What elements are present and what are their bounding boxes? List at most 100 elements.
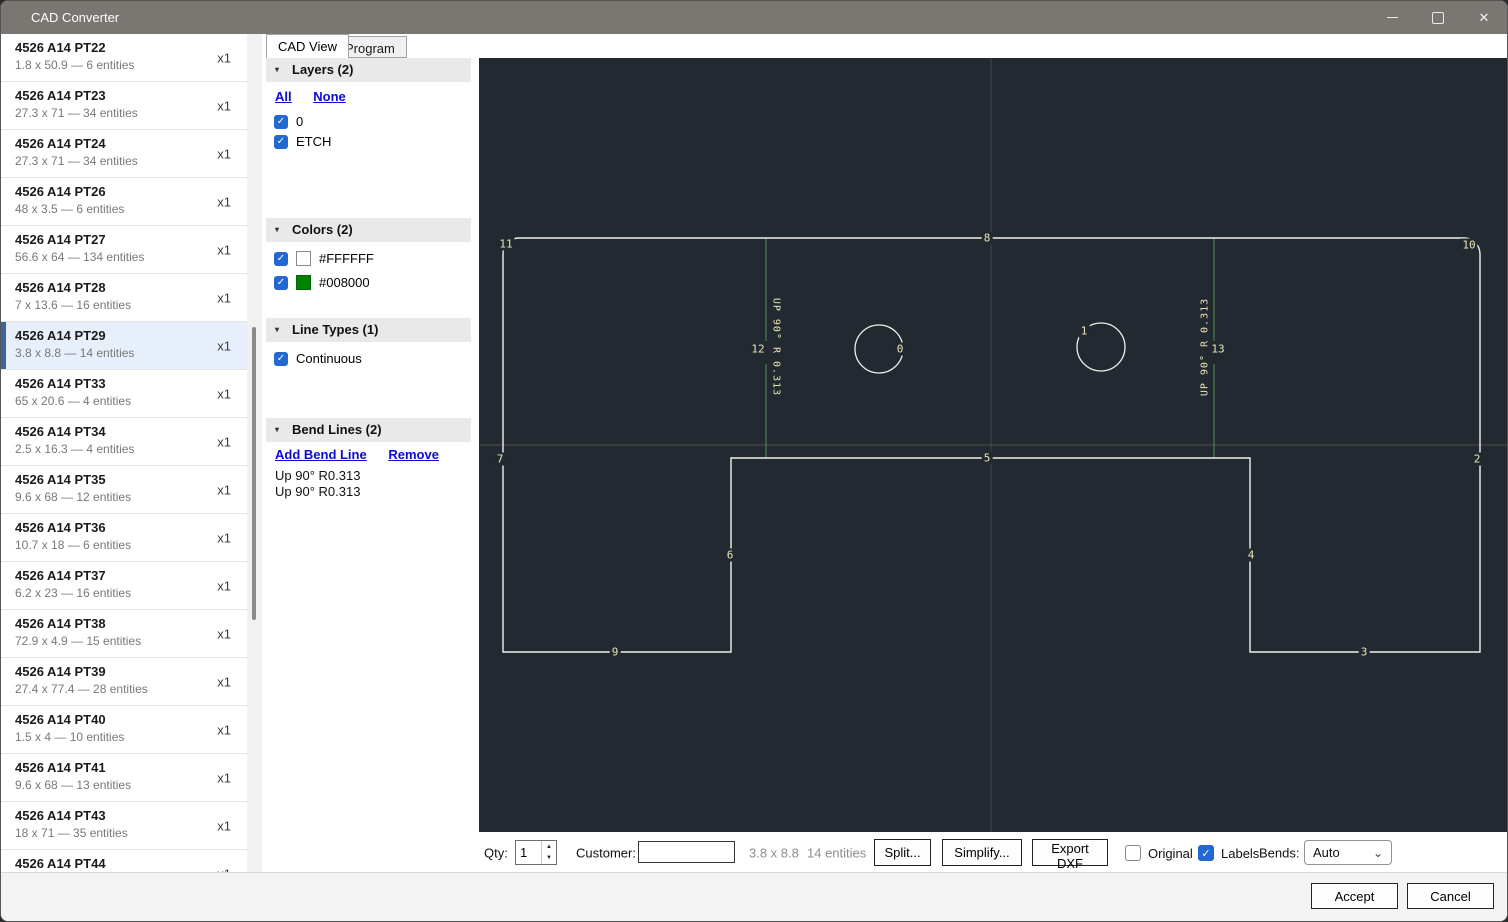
check-icon: ✓	[277, 354, 285, 364]
layers-header[interactable]: ▾ Layers (2)	[266, 58, 471, 82]
spin-down-icon[interactable]: ▼	[542, 853, 556, 865]
part-title: 4526 A14 PT35	[15, 472, 106, 487]
maximize-button[interactable]	[1415, 1, 1461, 34]
bend-lines-header[interactable]: ▾ Bend Lines (2)	[266, 418, 471, 442]
check-icon: ✓	[277, 117, 285, 127]
list-item[interactable]: 4526 A14 PT3610.7 x 18 — 6 entitiesx1	[1, 514, 247, 562]
list-item[interactable]: 4526 A14 PT3927.4 x 77.4 — 28 entitiesx1	[1, 658, 247, 706]
part-title: 4526 A14 PT24	[15, 136, 106, 151]
layer-0-label: 0	[296, 114, 303, 129]
list-item[interactable]: 4526 A14 PT35 9.6 x 68 — 12 entities x1	[1, 466, 247, 514]
part-qty: x1	[217, 530, 231, 545]
entity-label: 1	[1079, 325, 1090, 338]
simplify-button[interactable]: Simplify...	[942, 839, 1022, 866]
list-item[interactable]: 4526 A14 PT2756.6 x 64 — 134 entitiesx1	[1, 226, 247, 274]
color-green-checkbox[interactable]: ✓	[274, 276, 288, 290]
part-details: 27.4 x 77.4 — 28 entities	[15, 682, 148, 696]
list-item[interactable]: 4526 A14 PT2327.3 x 71 — 34 entitiesx1	[1, 82, 247, 130]
color-white-checkbox[interactable]: ✓	[274, 252, 288, 266]
accept-button[interactable]: Accept	[1311, 883, 1398, 909]
remove-bend-line-link[interactable]: Remove	[388, 447, 439, 462]
export-dxf-button[interactable]: Export DXF	[1032, 839, 1108, 866]
bends-dropdown[interactable]: Auto ⌄	[1304, 840, 1392, 865]
part-title: 4526 A14 PT34	[15, 424, 106, 439]
layer-etch-checkbox[interactable]: ✓	[274, 135, 288, 149]
part-details: 65 x 20.6 — 4 entities	[15, 394, 131, 408]
layer-0-checkbox[interactable]: ✓	[274, 115, 288, 129]
customer-label: Customer:	[576, 846, 636, 861]
entity-label: 10	[1460, 239, 1477, 252]
part-details: 9.6 x 68 — 12 entities	[15, 490, 131, 504]
cad-viewport[interactable]: 0 1 2 3 4 5 6 7 8 9 10 11 12 13 UP 90° R…	[479, 58, 1507, 835]
part-details: 72.9 x 4.9 — 15 entities	[15, 634, 141, 648]
part-qty: x1	[217, 482, 231, 497]
collapse-icon: ▾	[275, 318, 279, 342]
part-qty: x1	[217, 722, 231, 737]
part-details: 1.5 x 4 — 10 entities	[15, 730, 124, 744]
customer-input[interactable]	[638, 841, 735, 863]
list-item[interactable]: 4526 A14 PT3365 x 20.6 — 4 entitiesx1	[1, 370, 247, 418]
close-icon: ✕	[1479, 10, 1490, 26]
layers-none-link[interactable]: None	[313, 89, 346, 104]
part-details: 1.8 x 50.9 — 6 entities	[15, 58, 134, 72]
list-item[interactable]: 4526 A14 PT44x1	[1, 850, 247, 874]
layer-etch-label: ETCH	[296, 134, 331, 149]
bend-line-entry[interactable]: Up 90° R0.313	[266, 483, 471, 499]
collapse-icon: ▾	[275, 418, 279, 442]
list-item[interactable]: 4526 A14 PT2648 x 3.5 — 6 entitiesx1	[1, 178, 247, 226]
entity-label: 5	[982, 452, 993, 465]
maximize-icon	[1432, 12, 1444, 24]
check-icon: ✓	[277, 254, 285, 264]
original-checkbox[interactable]	[1125, 845, 1141, 861]
part-title: 4526 A14 PT29	[15, 328, 106, 343]
bend-lines-title: Bend Lines (2)	[292, 422, 382, 437]
list-item[interactable]: 4526 A14 PT2427.3 x 71 — 34 entitiesx1	[1, 130, 247, 178]
check-icon: ✓	[277, 137, 285, 147]
part-title: 4526 A14 PT28	[15, 280, 106, 295]
spin-up-icon[interactable]: ▲	[542, 841, 556, 853]
part-qty: x1	[217, 578, 231, 593]
bend-line-entry[interactable]: Up 90° R0.313	[266, 467, 471, 483]
list-item[interactable]: 4526 A14 PT419.6 x 68 — 13 entitiesx1	[1, 754, 247, 802]
part-title: 4526 A14 PT33	[15, 376, 106, 391]
line-types-header[interactable]: ▾ Line Types (1)	[266, 318, 471, 342]
add-bend-line-link[interactable]: Add Bend Line	[275, 447, 367, 462]
list-item-selected[interactable]: 4526 A14 PT293.8 x 8.8 — 14 entitiesx1	[1, 322, 247, 370]
minimize-button[interactable]	[1369, 1, 1415, 34]
list-item[interactable]: 4526 A14 PT342.5 x 16.3 — 4 entitiesx1	[1, 418, 247, 466]
layers-all-link[interactable]: All	[275, 89, 292, 104]
check-icon: ✓	[1201, 847, 1210, 860]
qty-label: Qty:	[484, 846, 508, 861]
entity-label: 12	[749, 343, 766, 356]
part-title: 4526 A14 PT23	[15, 88, 106, 103]
list-item[interactable]: 4526 A14 PT221.8 x 50.9 — 6 entitiesx1	[1, 34, 247, 82]
split-button[interactable]: Split...	[874, 839, 931, 866]
colors-header[interactable]: ▾ Colors (2)	[266, 218, 471, 242]
close-button[interactable]: ✕	[1461, 1, 1507, 34]
labels-checkbox[interactable]: ✓	[1198, 845, 1214, 861]
entity-label: 8	[982, 232, 993, 245]
color-green-label: #008000	[319, 275, 370, 290]
bend-lines-section: ▾ Bend Lines (2) Add Bend Line Remove Up…	[266, 418, 471, 499]
part-qty: x1	[217, 146, 231, 161]
part-details: 56.6 x 64 — 134 entities	[15, 250, 144, 264]
part-qty: x1	[217, 242, 231, 257]
quantity-input[interactable]	[516, 841, 541, 864]
list-item[interactable]: 4526 A14 PT287 x 13.6 — 16 entitiesx1	[1, 274, 247, 322]
green-color-swatch	[296, 275, 311, 290]
quantity-stepper[interactable]: ▲ ▼	[515, 840, 557, 865]
entity-label: 7	[495, 453, 506, 466]
cancel-button[interactable]: Cancel	[1407, 883, 1494, 909]
list-item[interactable]: 4526 A14 PT4318 x 71 — 35 entitiesx1	[1, 802, 247, 850]
part-details: 48 x 3.5 — 6 entities	[15, 202, 124, 216]
list-item[interactable]: 4526 A14 PT376.2 x 23 — 16 entitiesx1	[1, 562, 247, 610]
part-title: 4526 A14 PT39	[15, 664, 106, 679]
list-item[interactable]: 4526 A14 PT3872.9 x 4.9 — 15 entitiesx1	[1, 610, 247, 658]
scrollbar-thumb[interactable]	[252, 327, 256, 620]
line-types-section: ▾ Line Types (1) ✓ Continuous	[266, 318, 471, 367]
list-item[interactable]: 4526 A14 PT401.5 x 4 — 10 entitiesx1	[1, 706, 247, 754]
part-title: 4526 A14 PT37	[15, 568, 106, 583]
tab-cad-view[interactable]: CAD View	[266, 34, 349, 58]
part-list-scrollbar[interactable]	[247, 34, 262, 874]
continuous-checkbox[interactable]: ✓	[274, 352, 288, 366]
